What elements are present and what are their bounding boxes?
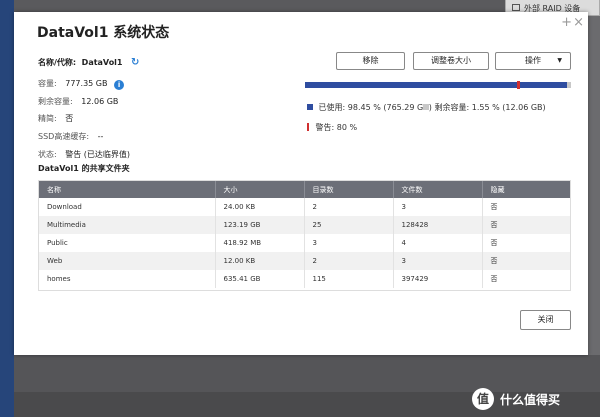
cell-hidden: 否 xyxy=(482,234,570,252)
cell-dirs: 115 xyxy=(304,270,394,288)
remove-button[interactable]: 移除 xyxy=(336,52,405,70)
column-header-size[interactable]: 大小 xyxy=(215,181,305,198)
watermark-logo: 值 什么值得买 xyxy=(472,388,598,412)
background-right-strip xyxy=(588,16,600,356)
raid-device-icon xyxy=(512,4,520,11)
legend-warning-text: 警告: 80 % xyxy=(315,123,358,132)
dialog-title: DataVol1 系统状态 xyxy=(37,25,170,41)
status-label: 状态: xyxy=(38,150,57,159)
close-button[interactable]: 关闭 xyxy=(520,310,571,330)
watermark-circle: 值 xyxy=(472,388,494,410)
cell-files: 3 xyxy=(393,252,483,270)
column-header-hidden[interactable]: 隐藏 xyxy=(482,181,570,198)
column-header-dirs[interactable]: 目录数 xyxy=(304,181,394,198)
used-swatch xyxy=(307,104,313,110)
legend-used: 已使用: 98.45 % (765.29 GB) xyxy=(307,102,432,113)
cell-files: 128428 xyxy=(393,216,483,234)
ssd-cache-row: SSD高速缓存: -- xyxy=(38,131,103,142)
cell-size: 24.00 KB xyxy=(215,198,305,216)
table-header-row: 名称 大小 目录数 文件数 隐藏 xyxy=(39,181,570,198)
cell-name: Public xyxy=(39,234,216,252)
cell-dirs: 2 xyxy=(304,198,394,216)
refresh-icon[interactable]: ↻ xyxy=(131,57,139,68)
capacity-label: 容量: xyxy=(38,79,57,88)
cell-hidden: 否 xyxy=(482,270,570,288)
actions-label: 操作 xyxy=(525,56,541,65)
capacity-value: 777.35 GB xyxy=(65,79,108,88)
volume-status-dialog: DataVol1 系统状态 + × 名称/代称: DataVol1 ↻ 容量: … xyxy=(14,12,588,355)
free-row: 剩余容量: 12.06 GB xyxy=(38,96,118,107)
thin-label: 精简: xyxy=(38,114,57,123)
cell-name: Web xyxy=(39,252,216,270)
name-row: 名称/代称: DataVol1 ↻ xyxy=(38,57,139,68)
legend-warning: 警告: 80 % xyxy=(307,122,357,133)
thin-row: 精简: 否 xyxy=(38,113,73,124)
usage-bar xyxy=(305,81,571,89)
table-row[interactable]: Multimedia 123.19 GB 25 128428 否 xyxy=(39,216,570,234)
maximize-icon[interactable]: + xyxy=(561,15,572,30)
usage-warning-marker xyxy=(516,81,520,89)
cell-hidden: 否 xyxy=(482,216,570,234)
cell-hidden: 否 xyxy=(482,252,570,270)
close-icon[interactable]: × xyxy=(573,15,584,30)
watermark-text: 什么值得买 xyxy=(500,393,561,407)
free-value: 12.06 GB xyxy=(81,97,119,106)
table-row[interactable]: Public 418.92 MB 3 4 否 xyxy=(39,234,570,252)
ssd-cache-value: -- xyxy=(97,132,104,141)
cell-size: 12.00 KB xyxy=(215,252,305,270)
free-label: 剩余容量: xyxy=(38,97,73,106)
background-sidebar xyxy=(0,0,14,417)
cell-size: 418.92 MB xyxy=(215,234,305,252)
cell-size: 123.19 GB xyxy=(215,216,305,234)
free-swatch xyxy=(423,104,429,110)
chevron-down-icon: ▼ xyxy=(557,57,562,64)
actions-dropdown[interactable]: 操作 ▼ xyxy=(495,52,571,70)
column-header-files[interactable]: 文件数 xyxy=(393,181,483,198)
cell-name: Multimedia xyxy=(39,216,216,234)
cell-files: 3 xyxy=(393,198,483,216)
cell-dirs: 3 xyxy=(304,234,394,252)
shared-folders-table: 名称 大小 目录数 文件数 隐藏 Download 24.00 KB 2 3 否… xyxy=(38,180,571,291)
capacity-row: 容量: 777.35 GB i xyxy=(38,78,125,90)
warning-swatch xyxy=(307,123,309,131)
cell-name: Download xyxy=(39,198,216,216)
status-value: 警告 (已达临界值) xyxy=(65,150,131,159)
ssd-cache-label: SSD高速缓存: xyxy=(38,132,90,141)
cell-size: 635.41 GB xyxy=(215,270,305,288)
usage-bar-used xyxy=(305,82,567,88)
cell-dirs: 25 xyxy=(304,216,394,234)
legend-used-text: 已使用: 98.45 % (765.29 GB) xyxy=(318,103,432,112)
cell-hidden: 否 xyxy=(482,198,570,216)
resize-volume-button[interactable]: 调整卷大小 xyxy=(413,52,489,70)
legend-free-text: 剩余容量: 1.55 % (12.06 GB) xyxy=(434,103,546,112)
name-label: 名称/代称: xyxy=(38,58,77,67)
cell-dirs: 2 xyxy=(304,252,394,270)
cell-files: 4 xyxy=(393,234,483,252)
legend-free: 剩余容量: 1.55 % (12.06 GB) xyxy=(423,102,546,113)
column-header-name[interactable]: 名称 xyxy=(39,181,216,198)
thin-value: 否 xyxy=(65,114,74,123)
shared-folders-title: DataVol1 的共享文件夹 xyxy=(38,164,130,173)
table-row[interactable]: Web 12.00 KB 2 3 否 xyxy=(39,252,570,270)
info-icon[interactable]: i xyxy=(114,80,125,90)
table-row[interactable]: homes 635.41 GB 115 397429 否 xyxy=(39,270,570,288)
cell-name: homes xyxy=(39,270,216,288)
table-row[interactable]: Download 24.00 KB 2 3 否 xyxy=(39,198,570,216)
name-value: DataVol1 xyxy=(81,58,123,67)
status-row: 状态: 警告 (已达临界值) xyxy=(38,149,130,160)
cell-files: 397429 xyxy=(393,270,483,288)
